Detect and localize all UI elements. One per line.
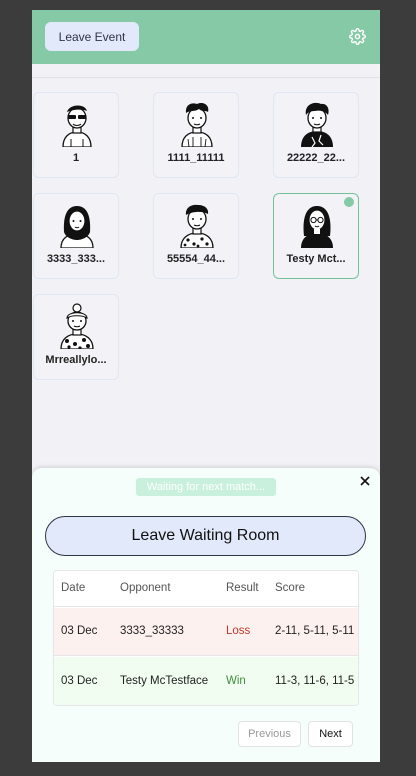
- column-header: Result: [226, 582, 259, 594]
- table-row: 03 Dec 3333_33333 Loss 2-11, 5-11, 5-11: [54, 608, 358, 656]
- top-bar: Leave Event: [32, 10, 380, 64]
- date-cell: 03 Dec: [61, 625, 98, 637]
- player-tile[interactable]: 1: [33, 92, 119, 178]
- waiting-room-sheet: Waiting for next match... Leave Waiting …: [32, 468, 380, 762]
- player-tile[interactable]: 55554_44...: [153, 193, 239, 279]
- column-header: Opponent: [120, 582, 171, 594]
- close-icon[interactable]: [358, 474, 372, 488]
- avatar-dark-hair-icon: [295, 101, 339, 148]
- player-tile[interactable]: 1111_11111: [153, 92, 239, 178]
- avatar-curly-hair-icon: [175, 101, 219, 148]
- result-cell: Win: [226, 674, 246, 687]
- waiting-status-badge: Waiting for next match...: [136, 478, 276, 496]
- avatar-hijab-icon: [55, 202, 99, 249]
- player-name: 55554_44...: [166, 253, 226, 265]
- player-tile-selected[interactable]: Testy Mct...: [273, 193, 359, 279]
- player-name: 1: [72, 152, 80, 164]
- avatar-long-hair-glasses-icon: [295, 202, 339, 248]
- match-history-table: Date Opponent Result Score 03 Dec 3333_3…: [53, 570, 359, 706]
- player-name: Testy Mct...: [286, 253, 346, 265]
- column-header: Date: [61, 582, 86, 594]
- player-tile[interactable]: Mrreallylo...: [33, 294, 119, 380]
- leave-waiting-room-button[interactable]: Leave Waiting Room: [45, 516, 366, 556]
- player-tile[interactable]: 22222_22...: [273, 92, 359, 178]
- result-cell: Loss: [226, 625, 251, 637]
- score-cell: 2-11, 5-11, 5-11: [275, 625, 355, 637]
- table-header-row: Date Opponent Result Score: [54, 571, 358, 607]
- player-name: 22222_22...: [286, 152, 346, 164]
- player-name: Mrreallylo...: [45, 354, 107, 366]
- player-tile[interactable]: 3333_333...: [33, 193, 119, 279]
- player-name: 3333_333...: [46, 253, 106, 265]
- next-page-button[interactable]: Next: [308, 721, 353, 747]
- player-name: 1111_11111: [167, 152, 225, 164]
- app-screen: Leave Event 1 1111_11111 22222_22... 333…: [32, 10, 380, 762]
- leave-event-button[interactable]: Leave Event: [45, 22, 139, 51]
- date-cell: 03 Dec: [61, 674, 98, 687]
- online-indicator: [344, 197, 354, 207]
- column-header: Score: [275, 582, 306, 594]
- gear-icon[interactable]: [349, 28, 366, 45]
- score-cell: 11-3, 11-6, 11-5: [275, 674, 355, 687]
- divider: [32, 77, 380, 78]
- opponent-cell: Testy McTestface: [120, 674, 209, 687]
- previous-page-button[interactable]: Previous: [238, 721, 301, 747]
- avatar-sunglasses-icon: [55, 101, 99, 148]
- table-row: 03 Dec Testy McTestface Win 11-3, 11-6, …: [54, 657, 358, 705]
- avatar-bun-icon: [55, 303, 99, 350]
- avatar-short-hair-icon: [175, 202, 219, 249]
- opponent-cell: 3333_33333: [120, 625, 184, 637]
